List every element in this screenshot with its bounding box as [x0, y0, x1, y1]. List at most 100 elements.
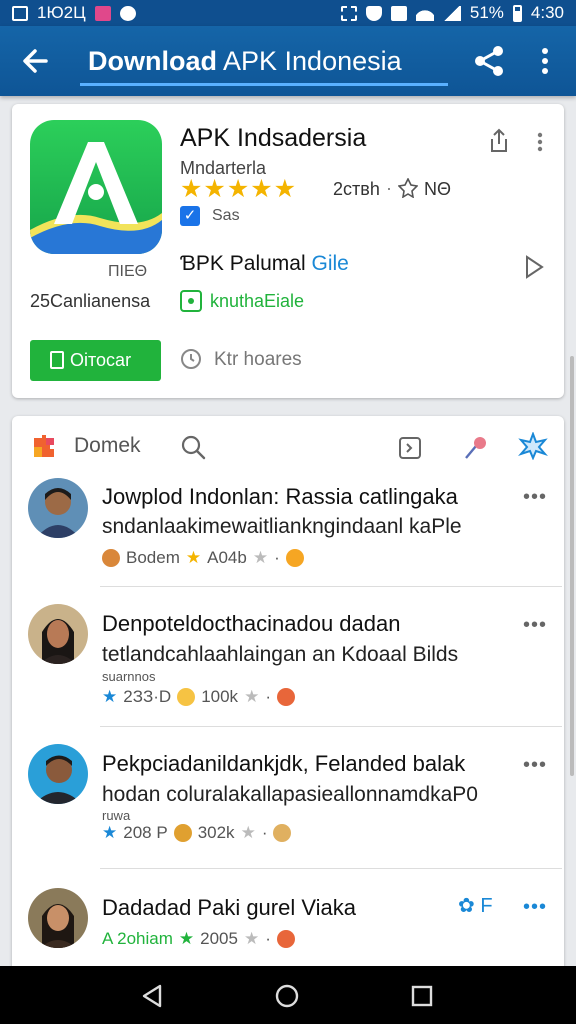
post-subtitle: tetlandcahlaahlaingan an Kdoaal Bilds	[102, 643, 459, 666]
separator-dot: ·	[274, 548, 280, 567]
tag-icon	[180, 290, 202, 312]
verified-checkbox[interactable]: ✓	[180, 206, 200, 226]
app-notification-icon	[94, 5, 111, 21]
search-title-field[interactable]: Download APK Indonesia	[80, 38, 448, 86]
post-menu-icon[interactable]: •••	[520, 896, 550, 919]
rating-count: 2ствh	[333, 179, 380, 199]
reaction-icon[interactable]	[273, 824, 292, 842]
nav-home-icon[interactable]	[274, 983, 300, 1009]
post-meta: A 2ohiam ★ 2005 ★ ·	[102, 929, 295, 949]
user-avatar[interactable]	[28, 888, 88, 948]
wifi-icon	[415, 5, 434, 21]
download-label: Oiтоcar	[70, 350, 132, 370]
app-name: APK Indsadersia	[180, 124, 367, 152]
chat-notification-icon	[119, 5, 136, 21]
app-logo[interactable]	[30, 120, 162, 254]
download-button[interactable]: Oiтоcar	[30, 340, 161, 381]
reaction-icon[interactable]	[276, 930, 295, 948]
post-meta-name: Bodem	[126, 548, 180, 567]
share-icon[interactable]	[470, 41, 510, 81]
status-bar: 1Ю2Ц 51% 4:30	[0, 0, 576, 26]
post-menu-icon[interactable]: •••	[520, 486, 550, 509]
gray-star-icon: ★	[240, 823, 256, 842]
post-meta: ★ 208 P 302k ★ ·	[102, 823, 292, 843]
reaction-icon[interactable]	[285, 549, 304, 567]
overflow-menu-icon[interactable]	[528, 41, 562, 81]
divider	[100, 868, 562, 869]
post-meta-count: A04b	[207, 548, 247, 567]
separator-dot: ·	[265, 929, 271, 948]
emoji-icon	[102, 549, 120, 567]
post-meta-count: 302k	[197, 823, 235, 842]
blue-star-icon: ★	[102, 687, 118, 706]
nav-recents-icon[interactable]	[410, 984, 434, 1008]
divider	[100, 586, 562, 587]
check-icon: ✓	[180, 206, 200, 226]
rating-stars: ★★★★★	[180, 175, 298, 203]
home-icon	[390, 5, 407, 21]
badge-icon: ✿	[458, 895, 475, 917]
share-app-icon[interactable]	[488, 128, 510, 154]
sparkle-icon[interactable]	[517, 431, 549, 461]
title-rest: APK Indonesia	[217, 46, 402, 76]
post-title[interactable]: Pekpciadanildankjdk, Felanded balak	[102, 751, 465, 777]
scrollbar[interactable]	[570, 356, 574, 776]
separator-dot: ·	[261, 823, 268, 842]
search-icon[interactable]	[180, 434, 206, 460]
status-left-text: 1Ю2Ц	[37, 3, 86, 22]
post-meta: Bodem ★ A04b ★ ·	[102, 548, 304, 568]
gallery-notification-icon	[12, 5, 28, 21]
emoji-icon	[173, 824, 192, 842]
separator-dot: ·	[265, 687, 271, 706]
post-meta-name: A 2ohiam	[102, 929, 173, 948]
post-subtitle: sndanlaakimewaitlianknginda­anl kaPle	[102, 515, 462, 538]
star-icon: ★	[185, 548, 202, 567]
blue-star-icon: ★	[102, 823, 118, 842]
post-title[interactable]: Jowplod Indonlan: Rassia catlingaka	[102, 484, 458, 510]
user-avatar[interactable]	[28, 478, 88, 538]
nav-back-icon[interactable]	[140, 983, 166, 1009]
post-meta-name: 208 P	[123, 823, 168, 842]
shield-icon	[365, 5, 382, 21]
app-bar: Download APK Indonesia	[0, 26, 576, 96]
post-menu-icon[interactable]: •••	[520, 614, 550, 637]
app-size: ΝΘ	[424, 179, 451, 199]
post-title[interactable]: Denpoteldocthacinadou dadan	[102, 611, 400, 637]
separator-dot: ·	[386, 178, 392, 198]
gray-star-icon: ★	[252, 548, 269, 567]
download-icon	[50, 351, 64, 369]
emoji-icon	[177, 688, 196, 706]
post-tiny-caption: suarnnos	[102, 669, 156, 684]
related-app-row[interactable]: ƁPK Palumal Gile	[180, 252, 349, 276]
system-nav-bar	[0, 966, 576, 1024]
related-app-title: ƁPK Palumal	[180, 252, 306, 275]
title-bold: Download	[88, 46, 217, 76]
gray-star-icon: ★	[244, 687, 260, 706]
verified-label: Sas	[212, 207, 240, 224]
award-icon	[397, 177, 419, 199]
back-arrow-icon[interactable]	[16, 42, 56, 80]
related-app-link[interactable]: Gile	[312, 252, 349, 275]
app-small-caption: ΠΙΕΘ	[108, 263, 148, 280]
user-avatar[interactable]	[28, 604, 88, 664]
card-menu-icon[interactable]	[530, 128, 550, 156]
green-star-icon: ★	[178, 929, 195, 948]
reaction-icon[interactable]	[276, 688, 295, 706]
views-icon	[180, 348, 204, 372]
post-meta-name: 2ЗЗ·D	[123, 687, 172, 706]
puzzle-icon	[30, 432, 58, 460]
post-menu-icon[interactable]: •••	[520, 754, 550, 777]
user-avatar[interactable]	[28, 744, 88, 804]
post-title[interactable]: Dadadad Paki gurel Viaka	[102, 895, 356, 921]
tag-label[interactable]: knuthaEiale	[210, 291, 304, 312]
vibrate-icon	[340, 5, 357, 21]
post-subtitle: hodan coluralakallapasieallonnamdkaP0	[102, 783, 478, 806]
play-arrow-icon[interactable]	[522, 254, 546, 280]
battery-icon	[512, 4, 522, 22]
post-meta: ★ 2ЗЗ·D 100k ★ ·	[102, 687, 295, 707]
megaphone-icon[interactable]	[462, 434, 490, 462]
feed-header-label[interactable]: Domek	[74, 434, 141, 458]
signal-icon	[442, 5, 461, 21]
sticker-icon[interactable]	[398, 436, 422, 460]
post-badge[interactable]: ✿ F	[458, 893, 493, 918]
